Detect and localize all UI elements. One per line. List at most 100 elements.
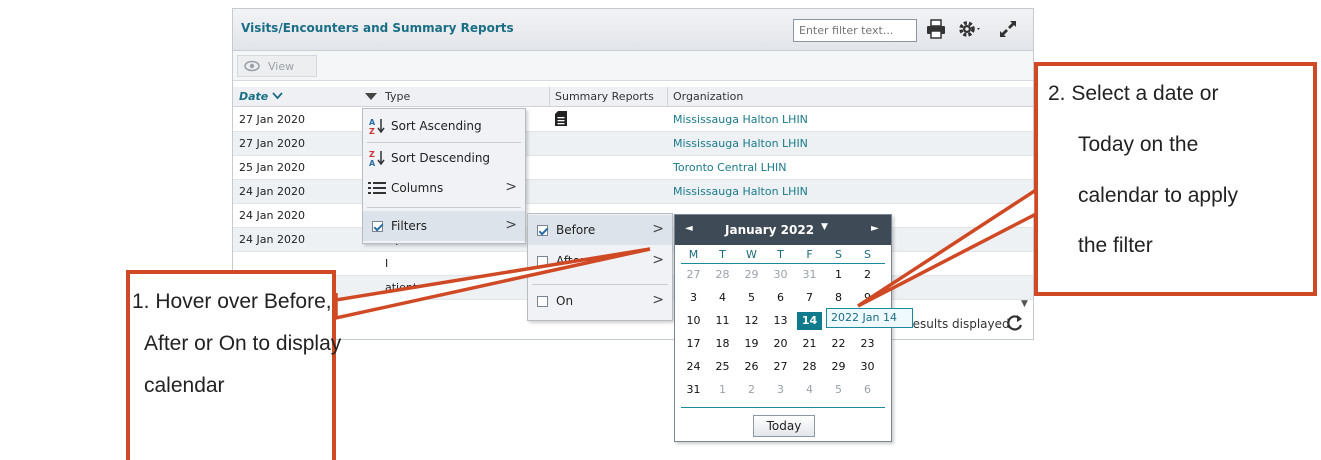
calendar-day[interactable]: 17 — [681, 335, 706, 353]
menu-sort-descending[interactable]: ZA Sort Descending — [363, 143, 525, 173]
callout-hover: 1. Hover over Before, After or On to dis… — [126, 270, 341, 460]
calendar-day[interactable]: 21 — [797, 335, 822, 353]
menu-sort-ascending[interactable]: AZ Sort Ascending — [363, 111, 525, 141]
chevron-right-icon: > — [652, 292, 664, 308]
menu-columns-label: Columns — [391, 181, 444, 195]
calendar-day[interactable]: 11 — [710, 312, 735, 330]
calendar-day[interactable]: 30 — [768, 266, 793, 284]
calendar-day[interactable]: 1 — [710, 381, 735, 399]
menu-before-label: Before — [556, 223, 596, 237]
day-of-week-label: F — [806, 248, 813, 261]
calendar-day[interactable]: 28 — [710, 266, 735, 284]
calendar-day[interactable]: 8 — [826, 289, 851, 307]
row-date: 27 Jan 2020 — [239, 113, 305, 126]
column-organization[interactable]: Organization — [673, 90, 743, 103]
column-summary[interactable]: Summary Reports — [555, 90, 654, 103]
menu-filters[interactable]: Filters > — [363, 211, 525, 241]
calendar-day[interactable]: 2 — [855, 266, 880, 284]
calendar-day[interactable]: 6 — [768, 289, 793, 307]
calendar-day[interactable]: 24 — [681, 358, 706, 376]
row-date: 27 Jan 2020 — [239, 137, 305, 150]
prev-month-icon[interactable]: ◄ — [685, 223, 693, 234]
panel-title: Visits/Encounters and Summary Reports — [241, 21, 514, 35]
row-organization[interactable]: Mississauga Halton LHIN — [673, 137, 808, 150]
calendar-day[interactable]: 2 — [739, 381, 764, 399]
calendar-day[interactable]: 22 — [826, 335, 851, 353]
calendar-day[interactable]: 30 — [855, 358, 880, 376]
gear-icon[interactable] — [957, 18, 983, 40]
callout-line: After or On to display — [144, 332, 342, 355]
next-month-icon[interactable]: ► — [871, 223, 879, 234]
menu-after[interactable]: After > — [528, 246, 672, 276]
table-row[interactable]: 27 Jan 2020 Mississauga Halton LHIN — [233, 132, 1033, 156]
calendar-day[interactable]: 1 — [826, 266, 851, 284]
calendar-day[interactable]: 5 — [826, 381, 851, 399]
calendar-day[interactable]: 3 — [768, 381, 793, 399]
filter-input[interactable] — [793, 19, 917, 42]
svg-text:Z: Z — [369, 150, 375, 159]
calendar-day[interactable]: 19 — [739, 335, 764, 353]
calendar-day[interactable]: 14 — [797, 312, 822, 330]
calendar-day[interactable]: 12 — [739, 312, 764, 330]
calendar-day[interactable]: 31 — [797, 266, 822, 284]
day-of-week-label: W — [746, 248, 757, 261]
document-icon[interactable] — [555, 111, 567, 129]
calendar-day[interactable]: 10 — [681, 312, 706, 330]
filters-checkbox[interactable] — [371, 220, 383, 232]
calendar-day[interactable]: 4 — [797, 381, 822, 399]
callout-line: 2. Select a date or — [1048, 82, 1219, 105]
calendar-day[interactable]: 29 — [826, 358, 851, 376]
after-checkbox[interactable] — [536, 255, 548, 267]
row-organization[interactable]: Toronto Central LHIN — [673, 161, 787, 174]
expand-icon[interactable] — [997, 18, 1019, 40]
calendar-day[interactable]: 9 — [855, 289, 880, 307]
calendar-month-title[interactable]: January 2022 — [725, 223, 814, 237]
scroll-down-icon[interactable]: ▼ — [1021, 299, 1028, 309]
chevron-down-icon — [272, 92, 283, 100]
menu-columns[interactable]: Columns > — [363, 173, 525, 203]
callout-line: the filter — [1078, 234, 1153, 257]
row-date: 24 Jan 2020 — [239, 209, 305, 222]
table-row[interactable]: 25 Jan 2020 Toronto Central LHIN — [233, 156, 1033, 180]
table-row[interactable]: 27 Jan 2020 Mississauga Halton LHIN — [233, 108, 1033, 132]
calendar-day[interactable]: 13 — [768, 312, 793, 330]
calendar-day[interactable]: 18 — [710, 335, 735, 353]
table-row[interactable]: 24 Jan 2020 Mississauga Halton LHIN — [233, 180, 1033, 204]
calendar-day[interactable]: 7 — [797, 289, 822, 307]
view-button[interactable]: View — [237, 55, 317, 77]
column-menu-trigger-icon[interactable] — [365, 91, 377, 104]
on-checkbox[interactable] — [536, 295, 548, 307]
calendar-day[interactable]: 28 — [797, 358, 822, 376]
calendar-day[interactable]: 3 — [681, 289, 706, 307]
column-date[interactable]: Date — [239, 90, 283, 103]
menu-divider — [367, 207, 521, 208]
calendar-day[interactable]: 4 — [710, 289, 735, 307]
row-organization[interactable]: Mississauga Halton LHIN — [673, 113, 808, 126]
calendar-day[interactable]: 20 — [768, 335, 793, 353]
svg-text:A: A — [369, 159, 376, 167]
calendar-day[interactable]: 23 — [855, 335, 880, 353]
calendar-day[interactable]: 31 — [681, 381, 706, 399]
menu-after-label: After — [556, 254, 585, 268]
today-button[interactable]: Today — [753, 415, 815, 437]
month-dropdown-icon[interactable]: ▼ — [821, 222, 828, 232]
callout-line: 1. Hover over Before, — [132, 290, 332, 313]
column-type[interactable]: Type — [385, 90, 410, 103]
print-icon[interactable] — [925, 18, 947, 40]
calendar-divider — [681, 263, 885, 264]
callout-line: calendar — [144, 374, 225, 397]
menu-on[interactable]: On > — [528, 286, 672, 316]
calendar-day[interactable]: 26 — [739, 358, 764, 376]
before-checkbox[interactable] — [536, 224, 548, 236]
calendar-day[interactable]: 6 — [855, 381, 880, 399]
row-date: 24 Jan 2020 — [239, 233, 305, 246]
refresh-icon[interactable] — [1005, 313, 1025, 337]
calendar-day[interactable]: 27 — [768, 358, 793, 376]
calendar-day[interactable]: 25 — [710, 358, 735, 376]
calendar-day[interactable]: 29 — [739, 266, 764, 284]
calendar-day[interactable]: 5 — [739, 289, 764, 307]
callout-line: calendar to apply — [1078, 184, 1238, 207]
calendar-day[interactable]: 27 — [681, 266, 706, 284]
row-organization[interactable]: Mississauga Halton LHIN — [673, 185, 808, 198]
menu-before[interactable]: Before > — [528, 215, 672, 245]
